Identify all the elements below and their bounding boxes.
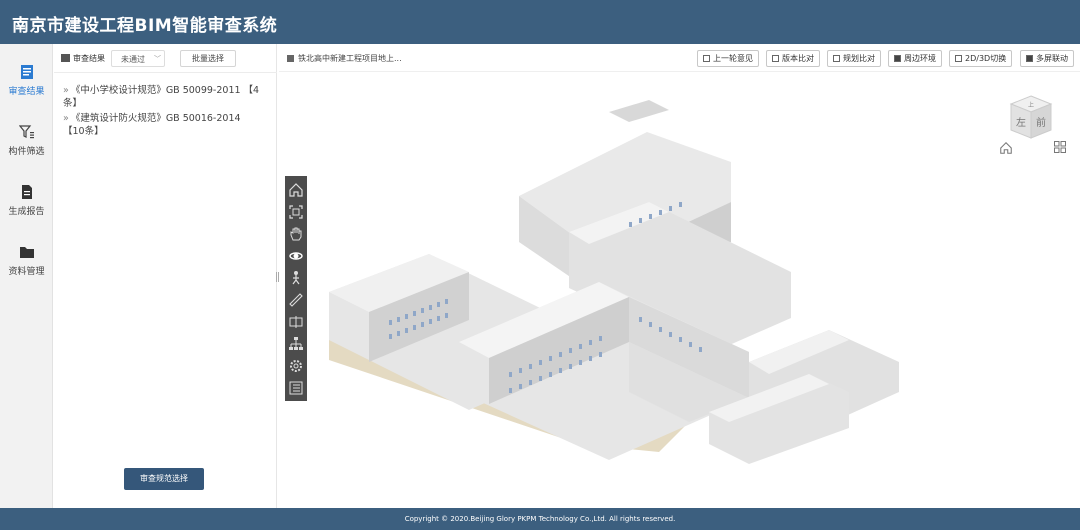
view-cube[interactable]: 上 左 前 bbox=[1007, 94, 1055, 142]
report-icon bbox=[21, 185, 32, 199]
toolbar-label: 上一轮意见 bbox=[713, 54, 753, 63]
nav-label: 生成报告 bbox=[8, 207, 45, 217]
left-nav: 审查结果 构件筛选 生成报告 资料管理 bbox=[0, 44, 53, 508]
properties-icon[interactable] bbox=[288, 380, 304, 396]
toolbar-label: 2D/3D切换 bbox=[965, 54, 1007, 63]
multiscreen-button[interactable]: 多屏联动 bbox=[1020, 50, 1074, 67]
home-icon[interactable] bbox=[288, 182, 304, 198]
review-result-icon bbox=[61, 54, 70, 62]
copyright-text: Copyright © 2020.Beijing Glory PKPM Tech… bbox=[404, 515, 676, 523]
panel-header: 审查结果 未通过 ﹀ 批量选择 bbox=[54, 44, 277, 73]
version-compare-button[interactable]: 版本比对 bbox=[766, 50, 820, 67]
structure-tree-icon[interactable] bbox=[288, 336, 304, 352]
view-cube-top-face: 上 bbox=[1028, 101, 1034, 109]
rule-item-text: 《建筑设计防火规范》GB 50016-2014 【10条】 bbox=[63, 113, 241, 137]
project-title-text: 铁北高中新建工程项目地上... bbox=[298, 54, 402, 63]
toolbar-label: 周边环境 bbox=[904, 54, 936, 63]
nav-item-generate-report[interactable]: 生成报告 bbox=[0, 184, 53, 217]
fit-view-icon[interactable] bbox=[288, 204, 304, 220]
walk-icon[interactable] bbox=[288, 270, 304, 286]
nav-item-document-management[interactable]: 资料管理 bbox=[0, 244, 53, 277]
home-icon[interactable] bbox=[999, 141, 1013, 155]
version-compare-icon bbox=[772, 55, 779, 62]
batch-select-button[interactable]: 批量选择 bbox=[180, 50, 236, 67]
app-title: 南京市建设工程BIM智能审查系统 bbox=[12, 16, 278, 36]
bim-3d-model[interactable] bbox=[329, 92, 909, 464]
model-viewer[interactable]: 铁北高中新建工程项目地上... 上一轮意见 版本比对 规划比对 周边环境 2D/… bbox=[279, 44, 1080, 508]
rule-item[interactable]: » 《中小学校设计规范》GB 50099-2011 【4条】 bbox=[63, 84, 263, 110]
nav-label: 审查结果 bbox=[8, 87, 45, 97]
plan-compare-button[interactable]: 规划比对 bbox=[827, 50, 881, 67]
double-chevron-right-icon: » bbox=[63, 113, 69, 124]
section-icon[interactable] bbox=[288, 314, 304, 330]
grid-view-icon[interactable] bbox=[1054, 141, 1066, 153]
folder-icon bbox=[19, 247, 34, 258]
select-standards-button[interactable]: 审查规范选择 bbox=[124, 468, 204, 490]
toolbar-label: 规划比对 bbox=[843, 54, 875, 63]
rule-item[interactable]: » 《建筑设计防火规范》GB 50016-2014 【10条】 bbox=[63, 112, 263, 138]
prev-round-opinion-button[interactable]: 上一轮意见 bbox=[697, 50, 759, 67]
project-title: 铁北高中新建工程项目地上... bbox=[287, 53, 402, 64]
plan-compare-icon bbox=[833, 55, 840, 62]
multiscreen-icon bbox=[1026, 55, 1033, 62]
nav-label: 构件筛选 bbox=[8, 147, 45, 157]
nav-item-review-results[interactable]: 审查结果 bbox=[0, 64, 53, 97]
pan-hand-icon[interactable] bbox=[288, 226, 304, 242]
status-select[interactable]: 未通过 ﹀ bbox=[111, 50, 165, 67]
view-cube-left-face: 左 bbox=[1016, 116, 1026, 129]
dimension-switch-button[interactable]: 2D/3D切换 bbox=[949, 50, 1013, 67]
toolbar-label: 版本比对 bbox=[782, 54, 814, 63]
surroundings-icon bbox=[894, 55, 901, 62]
settings-icon[interactable] bbox=[288, 358, 304, 374]
panel-header-label: 审查结果 bbox=[73, 54, 105, 63]
view-cube-front-face: 前 bbox=[1036, 116, 1046, 129]
footer-bar: Copyright © 2020.Beijing Glory PKPM Tech… bbox=[0, 508, 1080, 530]
prev-opinion-icon bbox=[703, 55, 710, 62]
rule-item-text: 《中小学校设计规范》GB 50099-2011 【4条】 bbox=[63, 85, 260, 109]
review-panel: 审查结果 未通过 ﹀ 批量选择 » 《中小学校设计规范》GB 50099-2011… bbox=[54, 44, 277, 508]
measure-icon[interactable] bbox=[288, 292, 304, 308]
viewer-header: 铁北高中新建工程项目地上... 上一轮意见 版本比对 规划比对 周边环境 2D/… bbox=[279, 44, 1080, 72]
viewer-toolstrip bbox=[285, 176, 307, 401]
orbit-icon[interactable] bbox=[288, 248, 304, 264]
chevron-down-icon: ﹀ bbox=[154, 55, 161, 63]
double-chevron-right-icon: » bbox=[63, 85, 69, 96]
header-bar: 南京市建设工程BIM智能审查系统 bbox=[0, 0, 1080, 44]
dimension-switch-icon bbox=[955, 55, 962, 62]
model-icon bbox=[287, 55, 294, 62]
nav-label: 资料管理 bbox=[8, 267, 45, 277]
filter-icon bbox=[18, 125, 34, 139]
status-select-value: 未通过 bbox=[121, 55, 145, 64]
surroundings-button[interactable]: 周边环境 bbox=[888, 50, 942, 67]
toolbar-label: 多屏联动 bbox=[1036, 54, 1068, 63]
nav-item-component-filter[interactable]: 构件筛选 bbox=[0, 124, 53, 157]
list-icon bbox=[20, 65, 33, 79]
